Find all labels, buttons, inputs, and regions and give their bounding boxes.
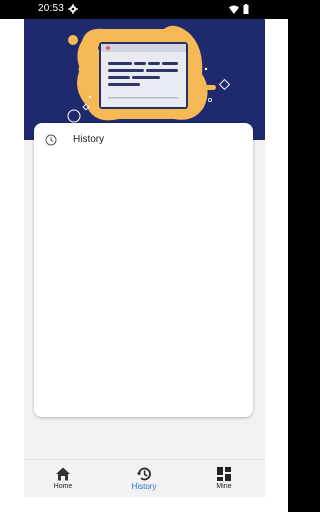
clock-icon: [45, 134, 57, 146]
history-card: History: [34, 123, 253, 417]
screen-margin-bottom: [0, 497, 288, 512]
status-time: 20:53: [38, 3, 65, 14]
phone-screen: 20:53 History Home History Mine: [0, 0, 288, 512]
wifi-icon: [229, 5, 239, 14]
history-icon: [136, 467, 151, 481]
hero-banner: [24, 19, 265, 140]
bottom-navigation: Home History Mine: [24, 459, 265, 497]
grid-icon: [217, 467, 231, 481]
status-bar: 20:53: [0, 0, 288, 19]
nav-mine-label: Mine: [216, 483, 232, 490]
nav-mine[interactable]: Mine: [194, 460, 254, 498]
nav-home-label: Home: [53, 483, 73, 490]
app-container: History Home History Mine: [24, 19, 265, 497]
gear-icon: [68, 4, 78, 14]
history-label: History: [73, 134, 105, 145]
hero-illustration: [24, 19, 265, 140]
battery-icon: [243, 4, 249, 14]
screen-margin-right: [265, 19, 288, 497]
home-icon: [56, 467, 70, 481]
nav-home[interactable]: Home: [33, 460, 93, 498]
screen-margin-left: [0, 19, 24, 497]
nav-history[interactable]: History: [114, 460, 174, 498]
nav-history-label: History: [131, 482, 157, 491]
history-row[interactable]: History: [34, 131, 253, 153]
